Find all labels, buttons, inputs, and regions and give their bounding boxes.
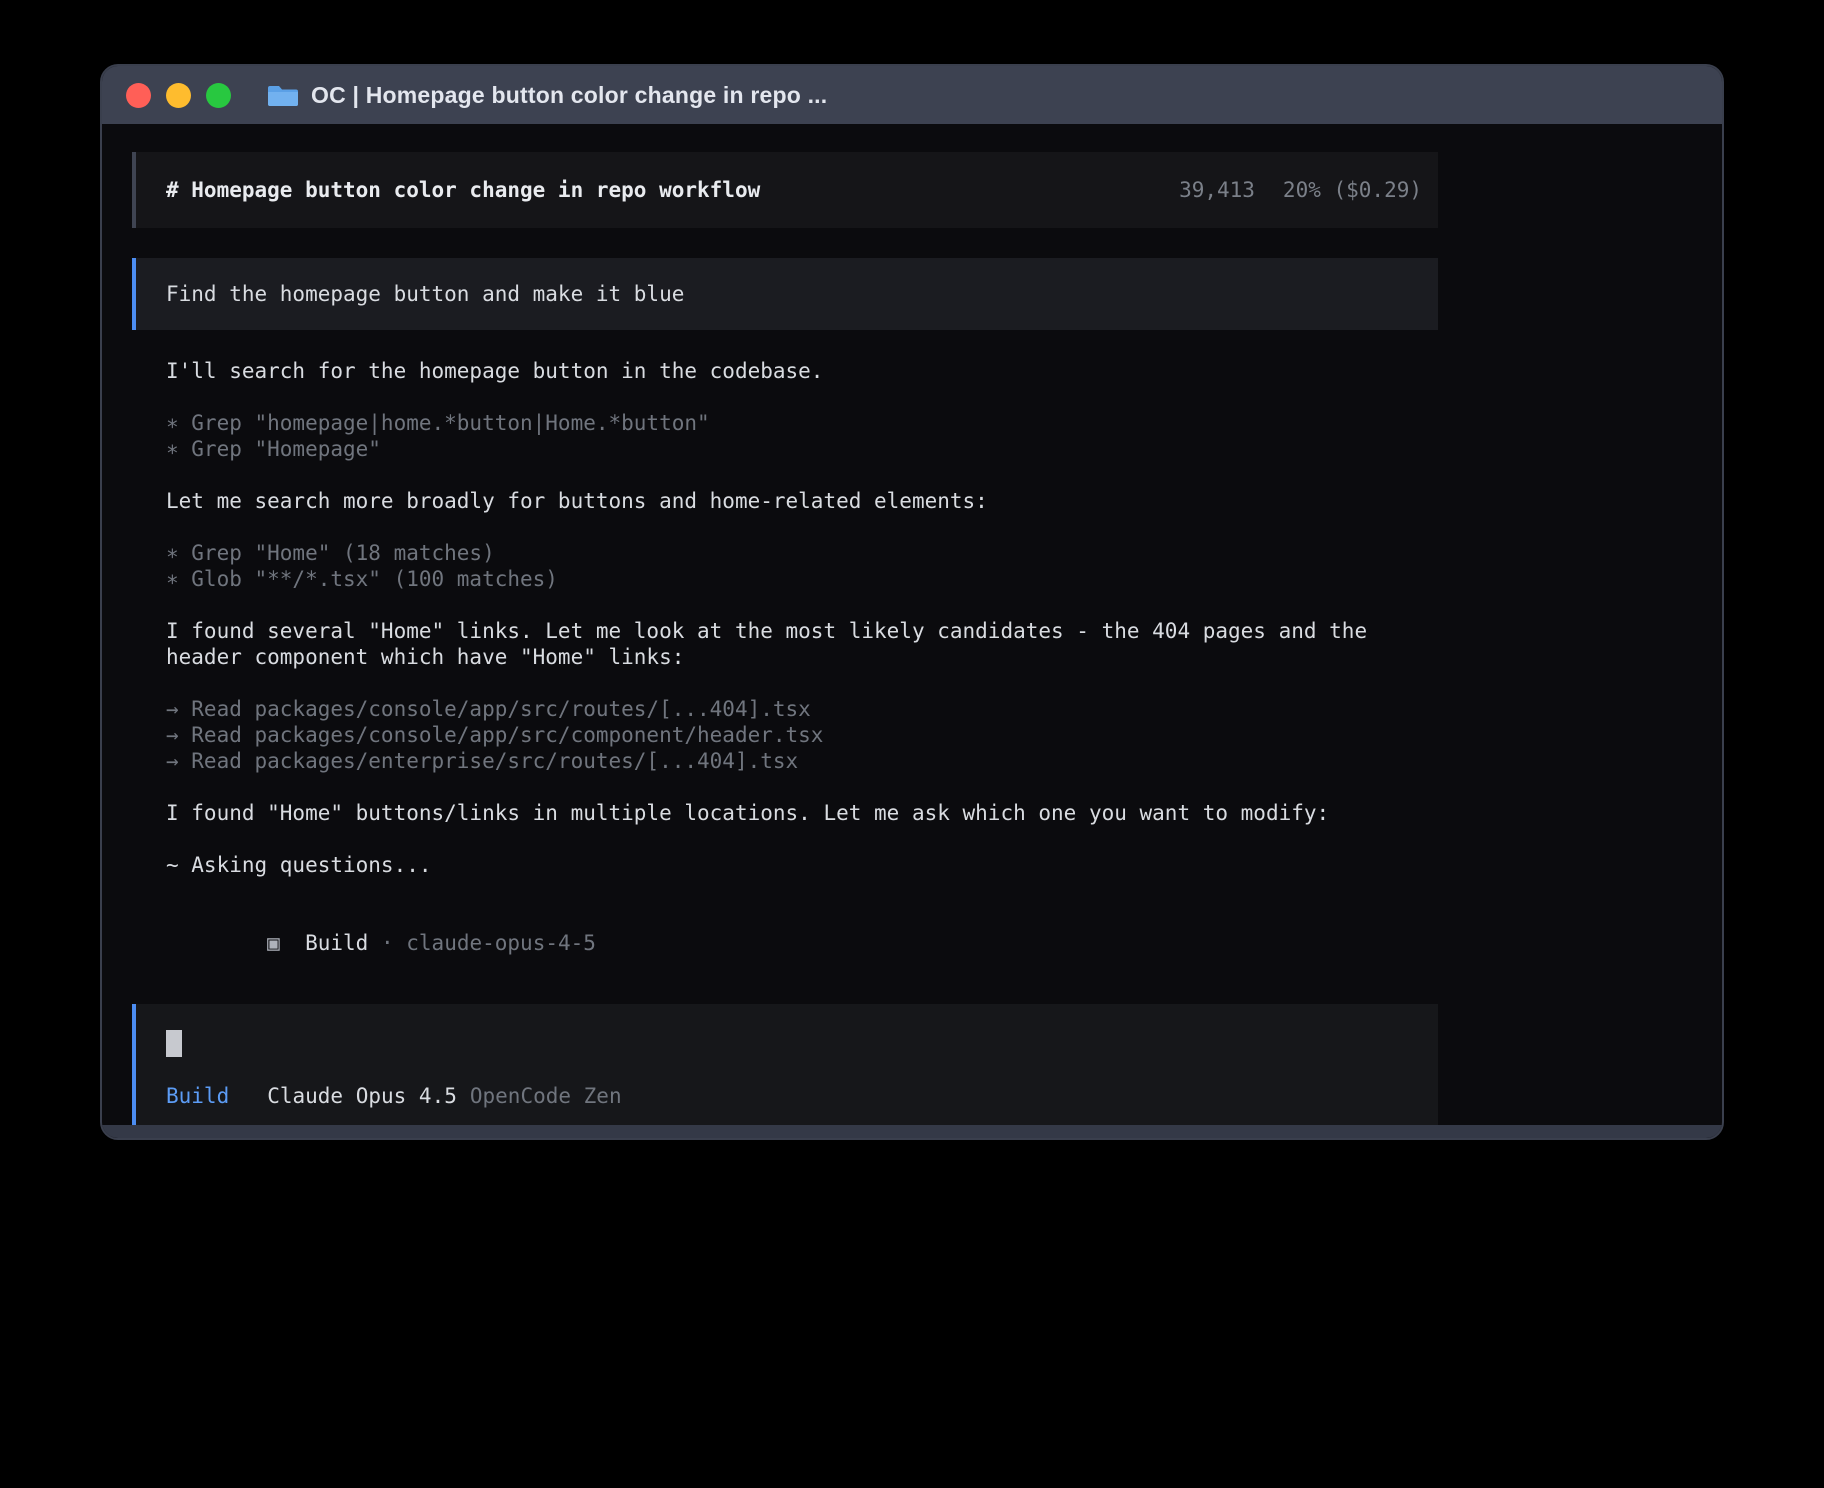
conversation-line (166, 670, 1442, 696)
input-agent-label: Build (166, 1083, 229, 1109)
conversation-line (166, 592, 1442, 618)
agent-status-row: ▣ Build · claude-opus-4-5 (166, 904, 1442, 982)
folder-icon (268, 83, 298, 107)
conversation-line (166, 826, 1442, 852)
agent-separator: · (368, 931, 406, 955)
agent-icon: ▣ (267, 931, 280, 955)
agent-gap (280, 931, 305, 955)
conversation-line (166, 878, 1442, 904)
conversation-line (166, 462, 1442, 488)
terminal-window: OC | Homepage button color change in rep… (100, 64, 1724, 1140)
conversation: I'll search for the homepage button in t… (166, 358, 1442, 904)
conversation-line: ~ Asking questions... (166, 852, 1442, 878)
conversation-line: I found "Home" buttons/links in multiple… (166, 800, 1442, 826)
conversation-line: → Read packages/console/app/src/componen… (166, 722, 1442, 748)
session-stats: 39,413 20% ($0.29) (1179, 177, 1422, 203)
user-message-text: Find the homepage button and make it blu… (166, 282, 684, 306)
session-header: # Homepage button color change in repo w… (132, 152, 1438, 228)
conversation-line: ∗ Grep "Homepage" (166, 436, 1442, 462)
conversation-line: I'll search for the homepage button in t… (166, 358, 1442, 384)
conversation-line: Let me search more broadly for buttons a… (166, 488, 1442, 514)
conversation-line: I found several "Home" links. Let me loo… (166, 618, 1442, 670)
conversation-line: → Read packages/enterprise/src/routes/[.… (166, 748, 1442, 774)
close-button[interactable] (126, 83, 151, 108)
input-provider-label: OpenCode Zen (470, 1083, 622, 1109)
titlebar: OC | Homepage button color change in rep… (102, 66, 1722, 124)
conversation-line (166, 384, 1442, 410)
token-count: 39,413 (1179, 177, 1255, 203)
conversation-line (166, 514, 1442, 540)
window-title: OC | Homepage button color change in rep… (311, 82, 827, 109)
terminal-content: # Homepage button color change in repo w… (102, 124, 1722, 1140)
prompt-input[interactable]: Build Claude Opus 4.5 OpenCode Zen (132, 1004, 1438, 1126)
user-message: Find the homepage button and make it blu… (132, 258, 1438, 330)
context-usage: 20% ($0.29) (1283, 177, 1422, 203)
conversation-line: → Read packages/console/app/src/routes/[… (166, 696, 1442, 722)
text-cursor (166, 1030, 182, 1057)
input-status-row: Build Claude Opus 4.5 OpenCode Zen (166, 1083, 1422, 1109)
input-model-label: Claude Opus 4.5 (267, 1083, 457, 1109)
conversation-line: ∗ Grep "Home" (18 matches) (166, 540, 1442, 566)
session-title: # Homepage button color change in repo w… (166, 177, 760, 203)
conversation-line (166, 774, 1442, 800)
zoom-button[interactable] (206, 83, 231, 108)
conversation-line: ∗ Grep "homepage|home.*button|Home.*butt… (166, 410, 1442, 436)
agent-model: claude-opus-4-5 (406, 931, 596, 955)
conversation-line: ∗ Glob "**/*.tsx" (100 matches) (166, 566, 1442, 592)
window-bottom-chrome (102, 1125, 1722, 1138)
minimize-button[interactable] (166, 83, 191, 108)
agent-name: Build (305, 931, 368, 955)
